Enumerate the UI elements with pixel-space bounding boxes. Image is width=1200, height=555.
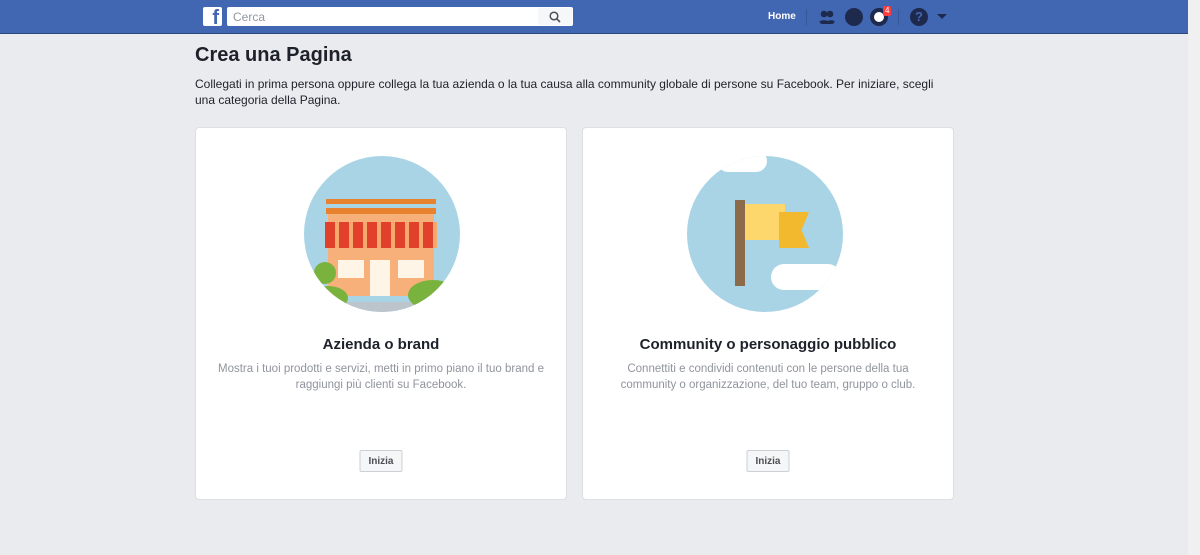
notification-badge: 4 (883, 6, 892, 16)
help-icon[interactable]: ? (910, 8, 928, 26)
start-community-button[interactable]: Inizia (746, 450, 790, 472)
search-icon (549, 10, 561, 23)
search-box (227, 7, 573, 26)
card-business: Azienda o brand Mostra i tuoi prodotti e… (195, 127, 567, 500)
card-description: Connettiti e condividi contenuti con le … (620, 363, 916, 391)
search-input[interactable] (228, 8, 528, 26)
top-navbar: f Home 4 ? (0, 0, 1188, 34)
scrollbar[interactable] (1188, 0, 1200, 555)
flag-illustration (687, 156, 843, 312)
storefront-illustration (304, 156, 460, 312)
card-community: Community o personaggio pubblico Connett… (582, 127, 954, 500)
home-link[interactable]: Home (768, 11, 796, 22)
messenger-icon[interactable] (845, 8, 863, 26)
friend-requests-icon[interactable] (818, 8, 836, 26)
page-intro: Collegati in prima persona oppure colleg… (195, 77, 934, 107)
account-menu-caret-icon[interactable] (937, 14, 947, 24)
search-button[interactable] (538, 8, 572, 25)
divider (898, 9, 899, 25)
card-title: Azienda o brand (322, 336, 440, 353)
start-business-button[interactable]: Inizia (359, 450, 403, 472)
facebook-logo[interactable]: f (203, 7, 222, 26)
card-description: Mostra i tuoi prodotti e servizi, metti … (218, 363, 544, 391)
card-title: Community o personaggio pubblico (639, 336, 897, 353)
divider (806, 9, 807, 25)
page-title: Crea una Pagina (195, 44, 352, 66)
